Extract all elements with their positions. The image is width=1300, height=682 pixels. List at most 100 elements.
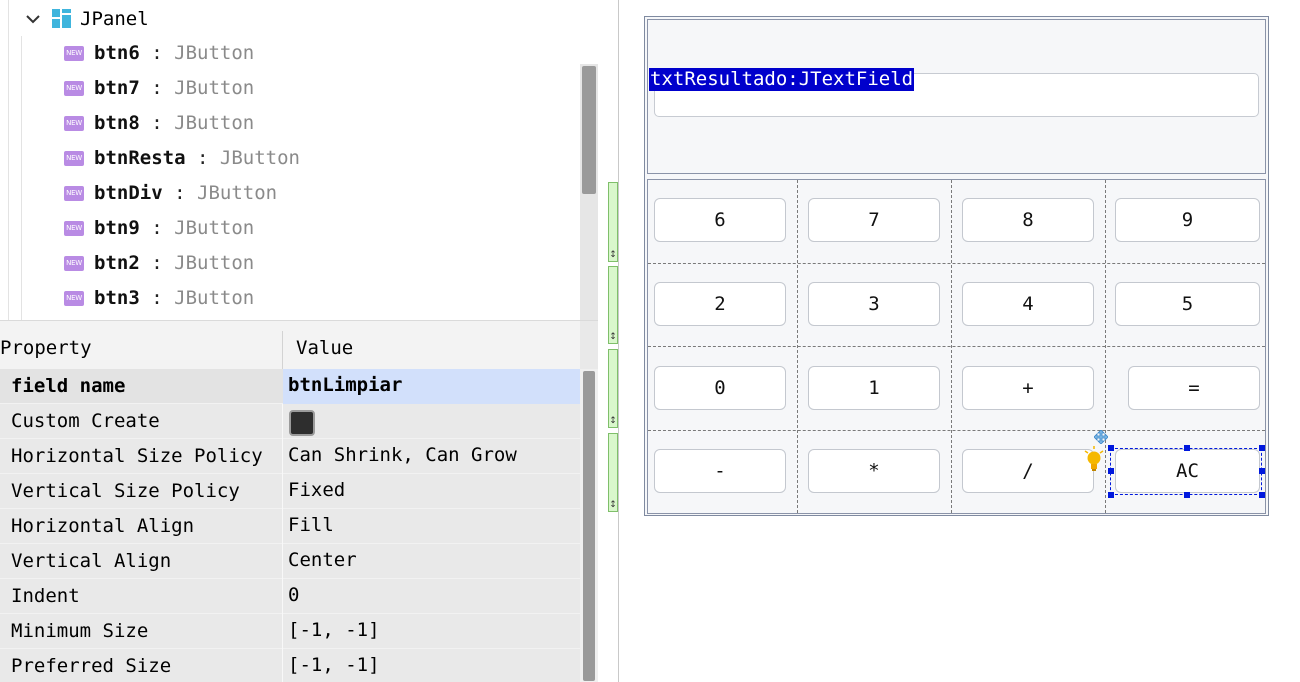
property-key: Vertical Align	[11, 550, 172, 572]
new-badge-icon: NEW	[64, 255, 84, 271]
calc-button-2[interactable]: 2	[654, 282, 786, 326]
tree-item-btn9[interactable]: NEW btn9 : JButton	[64, 211, 254, 245]
column-divider	[282, 544, 283, 579]
calc-button-multiply[interactable]: *	[808, 449, 940, 493]
header-divider[interactable]	[282, 331, 283, 369]
tree-item-btndiv[interactable]: NEW btnDiv : JButton	[64, 176, 277, 210]
property-key: Horizontal Size Policy	[11, 445, 263, 467]
property-row-horizontal-align[interactable]: Horizontal Align Fill	[0, 509, 580, 544]
new-badge-icon: NEW	[64, 220, 84, 236]
grid-row-line	[648, 346, 1265, 347]
property-row-indent[interactable]: Indent 0	[0, 579, 580, 614]
property-row-horizontal-size-policy[interactable]: Horizontal Size Policy Can Shrink, Can G…	[0, 439, 580, 474]
property-row-preferred-size[interactable]: Preferred Size [-1, -1]	[0, 649, 580, 682]
tree-scrollbar-thumb[interactable]	[582, 66, 596, 194]
header-value[interactable]: Value	[296, 337, 353, 359]
resize-handle[interactable]	[1184, 492, 1190, 498]
component-tree: JPanel NEW btn6 : JButton NEW btn7 : JBu…	[0, 0, 598, 320]
tree-item-name: btnDiv	[94, 182, 163, 204]
calc-button-9[interactable]: 9	[1115, 198, 1260, 242]
row-resize-handle[interactable]: ↕	[608, 433, 618, 512]
tree-item-name: btn2	[94, 252, 140, 274]
chevron-down-icon[interactable]	[22, 14, 44, 24]
column-divider	[282, 649, 283, 682]
tree-item-name: btnResta	[94, 147, 186, 169]
property-value[interactable]: 0	[288, 584, 299, 606]
resize-handle[interactable]	[1108, 445, 1114, 451]
tree-node-jpanel[interactable]: JPanel	[22, 4, 149, 34]
tree-item-name: btn3	[94, 287, 140, 309]
tree-item-separator: :	[151, 77, 163, 99]
calc-button-divide[interactable]: /	[962, 449, 1094, 493]
calc-button-7[interactable]: 7	[808, 198, 940, 242]
property-row-minimum-size[interactable]: Minimum Size [-1, -1]	[0, 614, 580, 649]
tree-item-type: JButton	[174, 42, 255, 64]
resize-handle[interactable]	[1259, 492, 1265, 498]
property-table: Property Value field name btnLimpiar Cus…	[0, 320, 598, 682]
calc-button-4[interactable]: 4	[962, 282, 1094, 326]
move-crosshair-icon[interactable]	[1093, 429, 1109, 445]
property-scrollbar[interactable]	[580, 369, 598, 682]
tree-item-btn7[interactable]: NEW btn7 : JButton	[64, 71, 254, 105]
row-resize-handle[interactable]: ↕	[608, 182, 618, 262]
property-value[interactable]: [-1, -1]	[288, 654, 380, 676]
property-key: Indent	[11, 585, 80, 607]
property-value[interactable]: Fixed	[288, 479, 345, 501]
textfield-label[interactable]: txtResultado:JTextField	[649, 68, 915, 91]
property-scrollbar-thumb[interactable]	[583, 371, 595, 681]
panel-icon	[52, 9, 72, 29]
lightbulb-icon[interactable]	[1083, 446, 1105, 472]
custom-create-checkbox[interactable]	[289, 410, 315, 436]
property-value[interactable]: Fill	[288, 514, 334, 536]
property-value[interactable]: Can Shrink, Can Grow	[288, 444, 517, 466]
property-table-header: Property Value	[0, 321, 580, 369]
header-property[interactable]: Property	[0, 337, 92, 359]
calc-button-plus[interactable]: +	[962, 366, 1094, 410]
property-key: Preferred Size	[11, 655, 172, 677]
calc-button-8[interactable]: 8	[962, 198, 1094, 242]
resize-handle[interactable]	[1184, 445, 1190, 451]
resize-handle[interactable]	[1108, 492, 1114, 498]
column-divider	[282, 579, 283, 614]
resize-handle[interactable]	[1259, 445, 1265, 451]
property-value[interactable]: Center	[288, 549, 357, 571]
tree-item-separator: :	[151, 252, 163, 274]
row-resize-handle[interactable]: ↕	[608, 349, 618, 428]
grid-row-line	[648, 430, 1265, 431]
calc-button-1[interactable]: 1	[808, 366, 940, 410]
resize-arrow-icon: ↕	[609, 500, 617, 510]
resize-handle[interactable]	[1108, 468, 1114, 474]
column-divider	[282, 474, 283, 509]
tree-node-label: JPanel	[80, 8, 149, 30]
calc-button-equals[interactable]: =	[1128, 366, 1260, 410]
property-value[interactable]: btnLimpiar	[288, 374, 402, 396]
tree-item-btn2[interactable]: NEW btn2 : JButton	[64, 246, 254, 280]
tree-item-separator: :	[174, 182, 186, 204]
tree-scrollbar[interactable]	[580, 64, 598, 320]
calc-button-0[interactable]: 0	[654, 366, 786, 410]
tree-item-btn3[interactable]: NEW btn3 : JButton	[64, 281, 254, 315]
tree-item-btn8[interactable]: NEW btn8 : JButton	[64, 106, 254, 140]
resize-handle[interactable]	[1259, 468, 1265, 474]
tree-item-type: JButton	[197, 182, 278, 204]
property-row-custom-create[interactable]: Custom Create	[0, 404, 580, 439]
calc-button-5[interactable]: 5	[1115, 282, 1260, 326]
calc-button-6[interactable]: 6	[654, 198, 786, 242]
column-divider	[282, 509, 283, 544]
property-value[interactable]: [-1, -1]	[288, 619, 380, 641]
new-badge-icon: NEW	[64, 290, 84, 306]
column-divider	[282, 439, 283, 474]
column-divider	[282, 404, 283, 439]
tree-item-separator: :	[151, 217, 163, 239]
tree-item-type: JButton	[219, 147, 300, 169]
property-row-field-name[interactable]: field name btnLimpiar	[0, 369, 580, 404]
tree-item-btn6[interactable]: NEW btn6 : JButton	[64, 36, 254, 70]
tree-item-btnresta[interactable]: NEW btnResta : JButton	[64, 141, 300, 175]
calc-button-minus[interactable]: -	[654, 449, 786, 493]
tree-item-name: btn8	[94, 112, 140, 134]
tree-item-type: JButton	[174, 287, 255, 309]
calc-button-3[interactable]: 3	[808, 282, 940, 326]
property-row-vertical-size-policy[interactable]: Vertical Size Policy Fixed	[0, 474, 580, 509]
property-row-vertical-align[interactable]: Vertical Align Center	[0, 544, 580, 579]
row-resize-handle[interactable]: ↕	[608, 266, 618, 344]
